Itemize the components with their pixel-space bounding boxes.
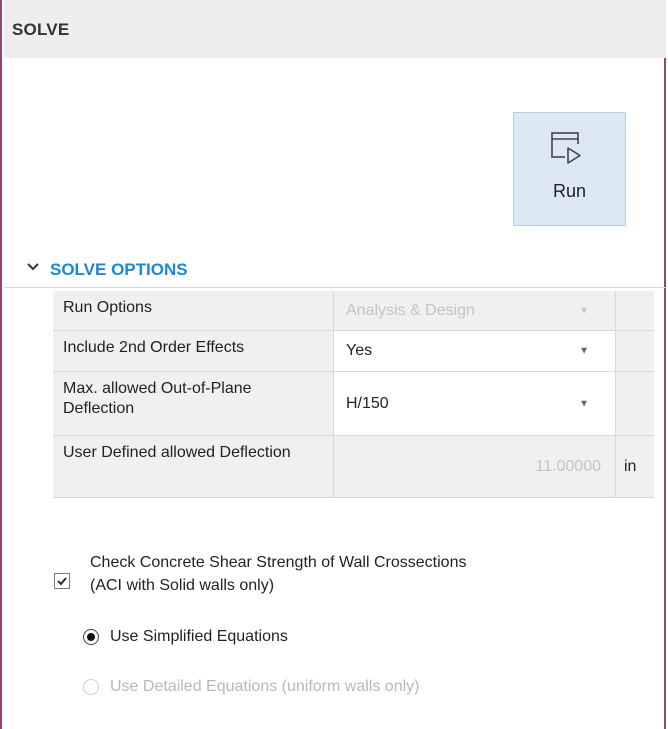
option-row-user-deflection: User Defined allowed Deflection 11.00000… <box>53 436 654 498</box>
option-label: Include 2nd Order Effects <box>53 331 334 372</box>
unit-cell <box>616 372 654 436</box>
shear-check-label-line1: Check Concrete Shear Strength of Wall Cr… <box>90 554 467 571</box>
option-label: Max. allowed Out-of-Plane Deflection <box>53 372 334 436</box>
run-play-icon <box>551 132 583 166</box>
section-divider <box>4 287 666 288</box>
user-deflection-input: 11.00000 <box>334 436 616 498</box>
run-button-label: Run <box>552 181 587 201</box>
shear-check-checkbox[interactable] <box>54 573 70 589</box>
panel-title: SOLVE <box>12 20 70 39</box>
dropdown-value: Yes <box>346 342 373 359</box>
section-title: SOLVE OPTIONS <box>50 260 188 279</box>
option-label: Run Options <box>53 291 334 331</box>
option-row-run-options: Run Options Analysis & Design ▼ <box>53 291 654 331</box>
unit-label: in <box>624 457 637 475</box>
checkmark-icon <box>57 577 67 586</box>
dropdown-arrow-icon: ▼ <box>579 305 589 316</box>
second-order-dropdown[interactable]: Yes ▼ <box>334 331 616 372</box>
solve-panel: SOLVE Run SOLVE OPTIONS Run Options Anal… <box>0 0 666 729</box>
unit-cell <box>616 291 654 331</box>
radio-label: Use Simplified Equations <box>110 628 288 645</box>
chevron-down-icon <box>27 263 39 271</box>
unit-cell <box>616 331 654 372</box>
max-deflection-dropdown[interactable]: H/150 ▼ <box>334 372 616 436</box>
radio-label: Use Detailed Equations (uniform walls on… <box>110 678 420 695</box>
input-value: 11.00000 <box>535 457 601 475</box>
shear-check-label-line2: (ACI with Solid walls only) <box>90 577 275 594</box>
option-row-max-deflection: Max. allowed Out-of-Plane Deflection H/1… <box>53 372 654 436</box>
option-row-2nd-order: Include 2nd Order Effects Yes ▼ <box>53 331 654 372</box>
unit-cell: in <box>616 436 654 498</box>
radio-button-selected[interactable] <box>83 629 99 645</box>
dropdown-value: H/150 <box>346 394 389 412</box>
dropdown-arrow-icon: ▼ <box>579 345 589 357</box>
option-label: User Defined allowed Deflection <box>53 436 334 498</box>
run-button[interactable]: Run <box>513 112 626 226</box>
run-options-dropdown: Analysis & Design ▼ <box>334 291 616 331</box>
panel-header: SOLVE <box>4 0 666 58</box>
dropdown-arrow-icon: ▼ <box>579 398 589 409</box>
dropdown-value: Analysis & Design <box>346 301 475 319</box>
radio-button-disabled <box>83 679 99 695</box>
shear-check-label: Check Concrete Shear Strength of Wall Cr… <box>90 551 466 597</box>
